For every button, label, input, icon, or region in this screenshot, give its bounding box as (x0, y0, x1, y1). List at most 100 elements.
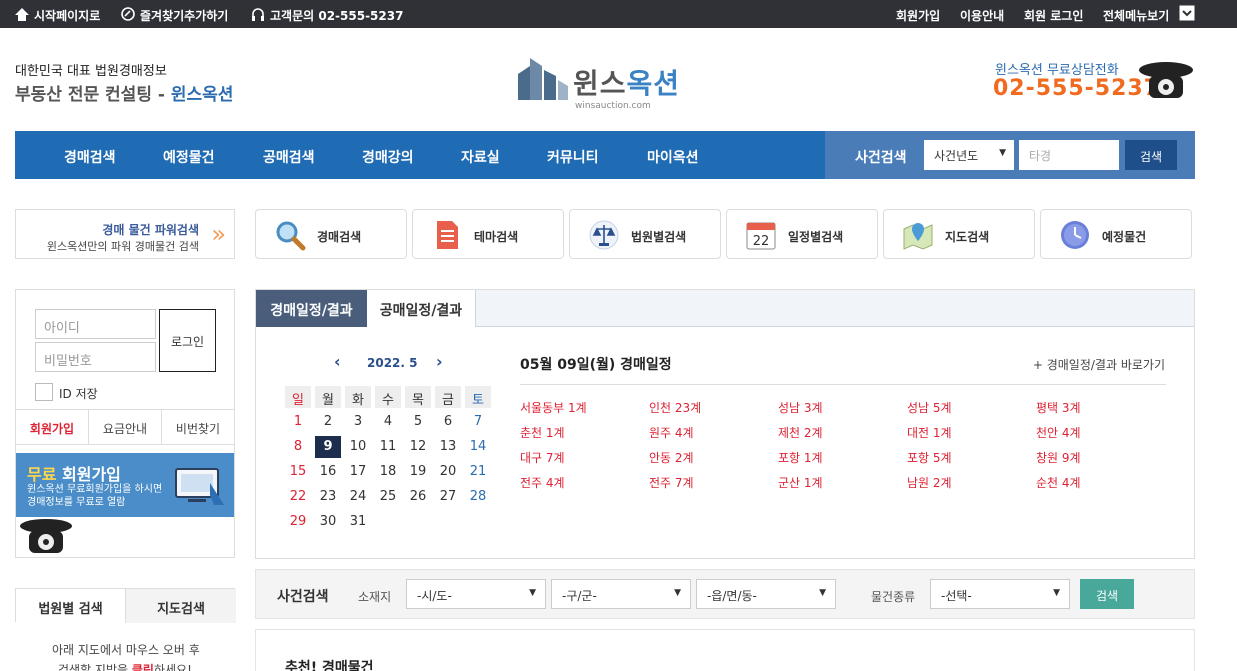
court-schedule-link[interactable]: 서울동부 1계 (520, 399, 587, 416)
login-link[interactable]: 회원 로그인 (1024, 7, 1083, 24)
free-signup-banner[interactable]: 무료 회원가입 윈스옥션 무료회원가입을 하시면 경매정보를 무료로 열람 (16, 453, 234, 517)
region-search-tabs: 법원별 검색 지도검색 (15, 588, 236, 623)
court-schedule-link[interactable]: 포항 1계 (778, 449, 823, 466)
document-icon (431, 219, 463, 251)
calendar-day[interactable]: 12 (405, 436, 431, 458)
court-schedule-link[interactable]: 평택 3계 (1036, 399, 1081, 416)
power-search-banner[interactable]: 경매 물건 파워검색 윈스옥션만의 파워 경매물건 검색 » (15, 209, 235, 259)
calendar-day[interactable]: 30 (315, 511, 341, 533)
court-schedule-link[interactable]: 제천 2계 (778, 424, 823, 441)
prev-month-icon[interactable]: ‹ (334, 352, 341, 371)
case-search-button[interactable]: 검색 (1125, 140, 1177, 170)
calendar-day[interactable]: 31 (345, 511, 371, 533)
court-schedule-link[interactable]: 전주 7계 (649, 474, 694, 491)
calendar-day[interactable]: 10 (345, 436, 371, 458)
tab-auction-schedule[interactable]: 경매일정/결과 (256, 290, 367, 327)
join-link[interactable]: 회원가입 (896, 7, 940, 24)
add-favorite-link[interactable]: 즐겨찾기추가하기 (121, 7, 228, 24)
nav-scheduled[interactable]: 예정물건 (163, 147, 215, 167)
signup-link[interactable]: 회원가입 (16, 410, 89, 444)
quick-schedule-search[interactable]: 22 일정별검색 (726, 209, 878, 259)
gugun-select[interactable]: -구/군- ▼ (551, 579, 691, 609)
court-schedule-link[interactable]: 인천 23계 (649, 399, 701, 416)
court-schedule-link[interactable]: 순천 4계 (1036, 474, 1081, 491)
calendar-day[interactable]: 13 (435, 436, 461, 458)
next-month-icon[interactable]: › (436, 352, 443, 371)
start-page-link[interactable]: 시작페이지로 (15, 7, 100, 24)
user-id-input[interactable]: 아이디 (35, 309, 156, 339)
court-schedule-link[interactable]: 안동 2계 (649, 449, 694, 466)
calendar-day[interactable]: 23 (315, 486, 341, 508)
calendar-day[interactable]: 5 (405, 411, 431, 433)
calendar-day[interactable]: 11 (375, 436, 401, 458)
tab-map-search[interactable]: 지도검색 (126, 589, 236, 623)
calendar-day[interactable]: 27 (435, 486, 461, 508)
quick-auction-search[interactable]: 경매검색 (255, 209, 407, 259)
nav-my-auction[interactable]: 마이옥션 (647, 147, 699, 167)
nav-community[interactable]: 커뮤니티 (547, 147, 599, 167)
nav-library[interactable]: 자료실 (461, 147, 500, 167)
nav-public-auction[interactable]: 공매검색 (263, 147, 315, 167)
guide-link[interactable]: 이용안내 (960, 7, 1004, 24)
nav-lectures[interactable]: 경매강의 (362, 147, 414, 167)
tab-court-search[interactable]: 법원별 검색 (16, 589, 126, 623)
quick-map-search[interactable]: 지도검색 (883, 209, 1035, 259)
calendar-day[interactable]: 25 (375, 486, 401, 508)
location-search-button[interactable]: 검색 (1080, 579, 1134, 609)
calendar-day[interactable]: 15 (285, 461, 311, 483)
nav-auction-search[interactable]: 경매검색 (64, 147, 116, 167)
court-schedule-link[interactable]: 성남 3계 (778, 399, 823, 416)
schedule-result-link[interactable]: + 경매일정/결과 바로가기 (1033, 356, 1165, 373)
calendar-day[interactable]: 6 (435, 411, 461, 433)
chevron-down-icon[interactable] (1179, 5, 1195, 24)
calendar-day[interactable]: 7 (465, 411, 491, 433)
calendar-day[interactable]: 8 (285, 436, 311, 458)
court-schedule-link[interactable]: 천안 4계 (1036, 424, 1081, 441)
calendar-day[interactable]: 14 (465, 436, 491, 458)
quick-scheduled-items[interactable]: 예정물건 (1040, 209, 1192, 259)
case-number-input[interactable]: 타경 (1019, 140, 1119, 170)
court-schedule-link[interactable]: 원주 4계 (649, 424, 694, 441)
home-icon (15, 7, 29, 24)
tab-public-schedule[interactable]: 공매일정/결과 (367, 290, 476, 327)
calendar-day[interactable]: 21 (465, 461, 491, 483)
login-button[interactable]: 로그인 (159, 309, 216, 372)
calendar-day[interactable]: 29 (285, 511, 311, 533)
sido-select[interactable]: -시/도- ▼ (406, 579, 546, 609)
calendar-day[interactable]: 17 (345, 461, 371, 483)
calendar-day[interactable]: 28 (465, 486, 491, 508)
court-schedule-link[interactable]: 대전 1계 (907, 424, 952, 441)
case-year-select[interactable]: 사건년도 ▼ (924, 140, 1014, 170)
weekday-header: 월 (315, 386, 341, 408)
court-schedule-link[interactable]: 대구 7계 (520, 449, 565, 466)
calendar-day[interactable]: 16 (315, 461, 341, 483)
calendar-day[interactable]: 18 (375, 461, 401, 483)
pricing-link[interactable]: 요금안내 (89, 410, 162, 444)
court-schedule-link[interactable]: 춘천 1계 (520, 424, 565, 441)
calendar-day[interactable]: 19 (405, 461, 431, 483)
court-schedule-link[interactable]: 포항 5계 (907, 449, 952, 466)
save-id-checkbox[interactable] (35, 383, 53, 401)
logo-text[interactable]: 윈스옥션 (573, 62, 680, 102)
calendar-day[interactable]: 22 (285, 486, 311, 508)
find-password-link[interactable]: 비번찾기 (162, 410, 234, 444)
dong-select[interactable]: -읍/면/동- ▼ (696, 579, 836, 609)
password-input[interactable]: 비밀번호 (35, 342, 156, 372)
calendar-day[interactable]: 1 (285, 411, 311, 433)
court-schedule-link[interactable]: 군산 1계 (778, 474, 823, 491)
all-menu-link[interactable]: 전체메뉴보기 (1103, 7, 1169, 24)
calendar-day[interactable]: 24 (345, 486, 371, 508)
court-schedule-link[interactable]: 남원 2계 (907, 474, 952, 491)
calendar-day[interactable]: 9 (315, 436, 341, 458)
kind-select[interactable]: -선택- ▼ (930, 579, 1070, 609)
quick-theme-search[interactable]: 테마검색 (412, 209, 564, 259)
calendar-day[interactable]: 20 (435, 461, 461, 483)
court-schedule-link[interactable]: 전주 4계 (520, 474, 565, 491)
court-schedule-link[interactable]: 창원 9계 (1036, 449, 1081, 466)
calendar-day[interactable]: 2 (315, 411, 341, 433)
calendar-day[interactable]: 26 (405, 486, 431, 508)
quick-court-search[interactable]: 법원별검색 (569, 209, 721, 259)
court-schedule-link[interactable]: 성남 5계 (907, 399, 952, 416)
calendar-day[interactable]: 3 (345, 411, 371, 433)
calendar-day[interactable]: 4 (375, 411, 401, 433)
